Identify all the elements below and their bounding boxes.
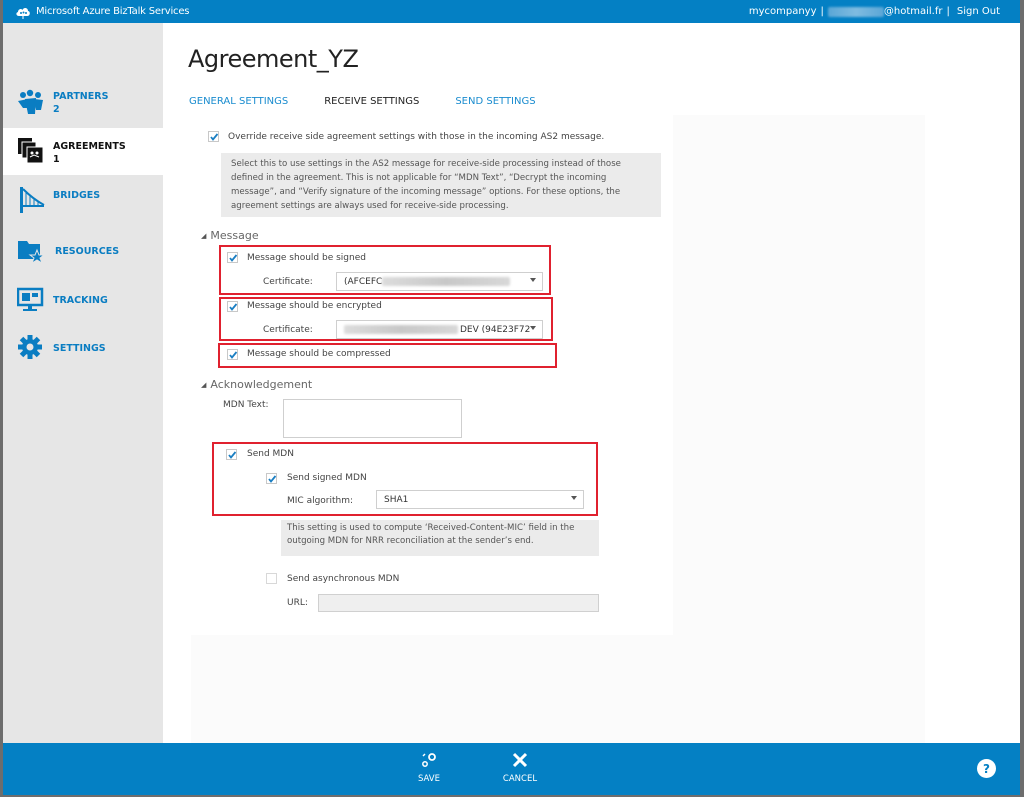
main-content: Agreement_YZ GENERAL SETTINGS RECEIVE SE… — [163, 23, 1020, 743]
mic-info: This setting is used to compute ‘Receive… — [281, 520, 599, 556]
sidebar-item-label: AGREEMENTS — [53, 141, 126, 152]
signed-certificate-select[interactable]: (AFCEFC — [336, 272, 543, 291]
message-section-header[interactable]: ◢ Message — [201, 229, 259, 242]
url-input[interactable] — [318, 594, 599, 612]
sidebar-item-label: PARTNERS — [53, 91, 109, 102]
bridge-icon — [20, 187, 45, 213]
top-bar: Microsoft Azure BizTalk Services mycompa… — [3, 0, 1020, 23]
send-async-mdn-checkbox[interactable] — [266, 573, 277, 584]
mic-algorithm-value: SHA1 — [384, 494, 409, 505]
chevron-down-icon — [530, 326, 536, 330]
save-button[interactable]: SAVE — [409, 751, 449, 784]
sign-out-link[interactable]: Sign Out — [957, 6, 1000, 17]
mic-algorithm-label: MIC algorithm: — [287, 496, 354, 506]
save-label: SAVE — [417, 774, 440, 784]
encrypted-checkbox[interactable] — [227, 301, 238, 312]
redacted-email — [827, 6, 884, 17]
user-info: mycompanyy | @hotmail.fr | Sign Out — [749, 0, 1000, 23]
tab-general-settings[interactable]: GENERAL SETTINGS — [189, 96, 288, 107]
acknowledgement-heading: Acknowledgement — [210, 378, 313, 391]
sidebar-item-count: 1 — [53, 154, 60, 165]
acknowledgement-section-header[interactable]: ◢ Acknowledgement — [201, 378, 312, 391]
mdn-text-input[interactable] — [283, 399, 462, 438]
url-label: URL: — [287, 598, 308, 608]
help-icon: ? — [983, 761, 990, 776]
send-signed-mdn-label: Send signed MDN — [287, 473, 367, 483]
page-title: Agreement_YZ — [188, 45, 359, 73]
compressed-label: Message should be compressed — [247, 349, 391, 359]
checkmark-icon — [229, 351, 238, 359]
email-suffix: @hotmail.fr — [883, 6, 943, 17]
encrypted-cert-label: Certificate: — [263, 325, 313, 335]
app-window: Microsoft Azure BizTalk Services mycompa… — [3, 0, 1020, 795]
tracking-icon — [17, 287, 44, 311]
cancel-label: CANCEL — [502, 774, 538, 784]
close-icon — [512, 752, 528, 768]
checkmark-icon — [210, 133, 219, 141]
app-title: Microsoft Azure BizTalk Services — [36, 6, 190, 17]
signed-checkbox[interactable] — [227, 252, 238, 263]
resources-icon — [18, 241, 45, 265]
send-async-mdn-label: Send asynchronous MDN — [287, 574, 400, 584]
encrypted-cert-value: DEV (94E23F72 — [460, 324, 531, 335]
checkmark-icon — [229, 303, 238, 311]
cloud-people-icon — [16, 7, 30, 19]
checkmark-icon — [228, 451, 237, 459]
separator: | — [820, 6, 824, 17]
collapse-triangle-icon: ◢ — [201, 231, 207, 240]
collapse-triangle-icon: ◢ — [201, 380, 207, 389]
override-label: Override receive side agreement settings… — [228, 132, 605, 142]
override-checkbox[interactable] — [208, 131, 219, 142]
sidebar-item-partners[interactable]: PARTNERS 2 — [3, 76, 163, 128]
signed-cert-value: (AFCEFC — [344, 276, 383, 287]
cancel-button[interactable]: CANCEL — [500, 751, 540, 784]
agreements-icon — [18, 138, 44, 164]
signed-label: Message should be signed — [247, 253, 366, 263]
message-heading: Message — [210, 229, 259, 242]
mdn-text-label: MDN Text: — [223, 400, 269, 410]
help-button[interactable]: ? — [977, 759, 996, 778]
brand: Microsoft Azure BizTalk Services — [15, 0, 190, 23]
separator: | — [946, 6, 950, 17]
account-name: mycompanyy — [748, 6, 817, 17]
tab-send-settings[interactable]: SEND SETTINGS — [455, 96, 535, 107]
gear-icon — [18, 335, 42, 359]
tab-bar: GENERAL SETTINGS RECEIVE SETTINGS SEND S… — [189, 96, 572, 107]
sidebar-item-resources[interactable]: RESOURCES — [3, 225, 163, 275]
sidebar-item-bridges[interactable]: BRIDGES — [3, 175, 163, 225]
signed-cert-label: Certificate: — [263, 277, 313, 287]
sidebar-item-label: TRACKING — [53, 295, 108, 306]
sidebar-item-tracking[interactable]: TRACKING — [3, 275, 163, 325]
send-mdn-label: Send MDN — [247, 449, 294, 459]
checkmark-icon — [268, 475, 277, 483]
chevron-down-icon — [530, 278, 536, 282]
save-icon — [422, 753, 436, 767]
sidebar: PARTNERS 2 AGREEMENTS 1 BRIDGES RESOURCE… — [3, 23, 163, 743]
bottom-command-bar: SAVE CANCEL ? — [3, 743, 1020, 795]
tab-receive-settings[interactable]: RECEIVE SETTINGS — [324, 96, 419, 107]
send-mdn-checkbox[interactable] — [226, 449, 237, 460]
sidebar-item-label: BRIDGES — [53, 190, 101, 201]
sidebar-item-label: RESOURCES — [55, 246, 120, 257]
checkmark-icon — [229, 254, 238, 262]
chevron-down-icon — [571, 496, 577, 500]
override-info: Select this to use settings in the AS2 m… — [221, 153, 661, 217]
send-signed-mdn-checkbox[interactable] — [266, 473, 277, 484]
sidebar-item-count: 2 — [53, 104, 60, 115]
sidebar-item-agreements[interactable]: AGREEMENTS 1 — [3, 128, 163, 175]
redacted-value — [344, 325, 458, 334]
encrypted-label: Message should be encrypted — [247, 301, 382, 311]
partners-icon — [18, 89, 43, 114]
sidebar-item-settings[interactable]: SETTINGS — [3, 325, 163, 375]
redacted-value — [382, 277, 511, 286]
mic-algorithm-select[interactable]: SHA1 — [376, 490, 584, 509]
encrypted-certificate-select[interactable]: DEV (94E23F72 — [336, 320, 543, 339]
sidebar-item-label: SETTINGS — [53, 343, 106, 354]
compressed-checkbox[interactable] — [227, 349, 238, 360]
